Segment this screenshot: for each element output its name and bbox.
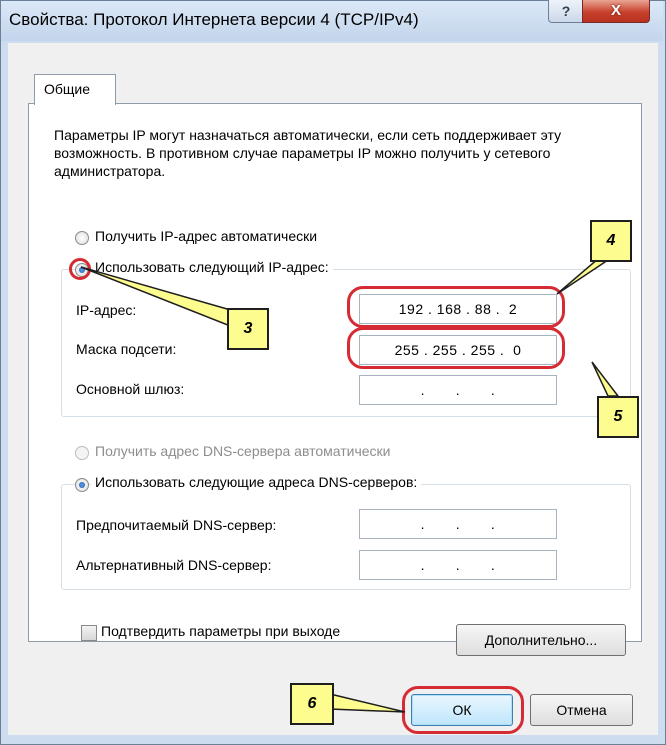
label-subnet-mask: Маска подсети:	[76, 341, 177, 357]
callout-3: 3	[227, 308, 269, 350]
label-validate-on-exit: Подтвердить параметры при выходе	[101, 623, 341, 639]
label-preferred-dns: Предпочитаемый DNS-сервер:	[76, 517, 277, 533]
alternate-dns-field[interactable]: . . .	[359, 550, 557, 580]
callout-4: 4	[590, 220, 632, 262]
label-ip-auto: Получить IP-адрес автоматически	[95, 228, 318, 244]
preferred-dns-value: . . .	[416, 516, 500, 532]
alternate-dns-value: . . .	[416, 557, 500, 573]
highlight-ring-ip-address	[347, 286, 565, 328]
label-dns-auto: Получить адрес DNS-сервера автоматически	[95, 443, 391, 459]
highlight-ring-subnet-mask	[347, 327, 565, 369]
cancel-button[interactable]: Отмена	[530, 694, 633, 726]
radio-dns-auto[interactable]	[75, 446, 89, 460]
label-alternate-dns: Альтернативный DNS-сервер:	[76, 557, 272, 573]
gateway-value: . . .	[416, 382, 500, 398]
highlight-ring-ok-button	[402, 686, 524, 734]
callout-5: 5	[597, 396, 639, 438]
preferred-dns-field[interactable]: . . .	[359, 509, 557, 539]
label-gateway: Основной шлюз:	[76, 381, 185, 397]
gateway-field[interactable]: . . .	[359, 375, 557, 405]
description-text: Параметры IP могут назначаться автоматич…	[54, 127, 562, 179]
radio-dns-manual[interactable]	[75, 478, 89, 492]
callout-6: 6	[290, 683, 334, 725]
radio-ip-auto[interactable]	[75, 231, 89, 245]
label-ip-address: IP-адрес:	[76, 302, 137, 318]
validate-on-exit-checkbox[interactable]	[81, 625, 97, 641]
label-ip-manual: Использовать следующий IP-адрес:	[91, 259, 333, 275]
label-dns-manual: Использовать следующие адреса DNS-сервер…	[91, 474, 422, 490]
advanced-button[interactable]: Дополнительно...	[456, 624, 626, 656]
highlight-ring-radio-manual	[69, 258, 91, 280]
